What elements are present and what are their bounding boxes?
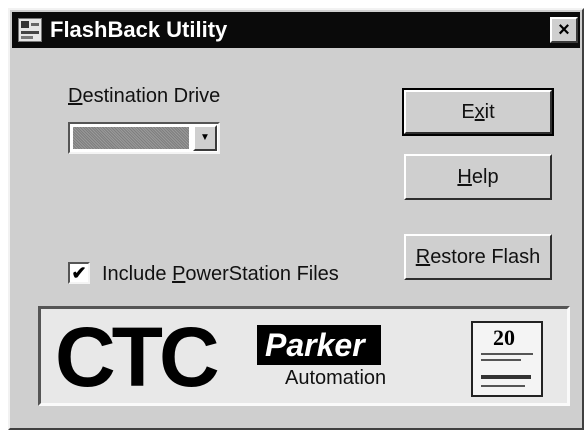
checkmark-icon: ✔ [71, 263, 87, 283]
dropdown-arrow-button[interactable]: ▼ [193, 125, 217, 151]
ctc-logo: CTC [55, 310, 220, 404]
app-icon [18, 18, 42, 42]
help-label-post: elp [471, 166, 499, 188]
exit-label-post: it [484, 101, 495, 123]
card-line [481, 375, 531, 379]
close-button[interactable]: × [550, 17, 578, 43]
logo-panel: CTC Parker Automation 20 [38, 306, 570, 406]
compactflash-card-image: 20 [471, 321, 543, 397]
parker-logo: Parker [257, 325, 381, 365]
include-label-pre: Include [102, 263, 173, 285]
help-label-mnemonic: H [457, 166, 472, 188]
exit-label-mnemonic: x [474, 101, 485, 123]
chevron-down-icon: ▼ [200, 132, 210, 143]
destination-drive-select[interactable]: ▼ [68, 122, 220, 154]
title-bar[interactable]: FlashBack Utility × [12, 12, 580, 48]
flashback-utility-window: FlashBack Utility × Destination Drive ▼ … [8, 8, 584, 430]
restore-label-mnemonic: R [415, 246, 431, 268]
include-label-mnemonic: P [172, 263, 186, 285]
restore-label-post: estore Flash [430, 246, 541, 268]
destination-drive-value [73, 127, 189, 149]
destination-label-text: estination Drive [82, 85, 221, 107]
card-line [481, 385, 525, 387]
exit-button[interactable]: Exit [402, 88, 554, 136]
help-button[interactable]: Help [404, 154, 552, 200]
include-powerstation-label[interactable]: Include PowerStation Files [102, 262, 339, 286]
window-title: FlashBack Utility [50, 17, 228, 42]
include-label-post: owerStation Files [185, 263, 339, 285]
card-line [481, 353, 533, 355]
parker-logo-text: Parker [265, 327, 365, 363]
card-line [481, 359, 521, 361]
include-powerstation-checkbox[interactable]: ✔ [68, 262, 90, 284]
restore-flash-button[interactable]: Restore Flash [404, 234, 552, 280]
compactflash-number: 20 [493, 325, 515, 350]
exit-label-pre: E [461, 101, 475, 123]
automation-text: Automation [285, 367, 387, 389]
destination-drive-label: Destination Drive [68, 84, 220, 108]
destination-mnemonic: D [68, 85, 83, 107]
